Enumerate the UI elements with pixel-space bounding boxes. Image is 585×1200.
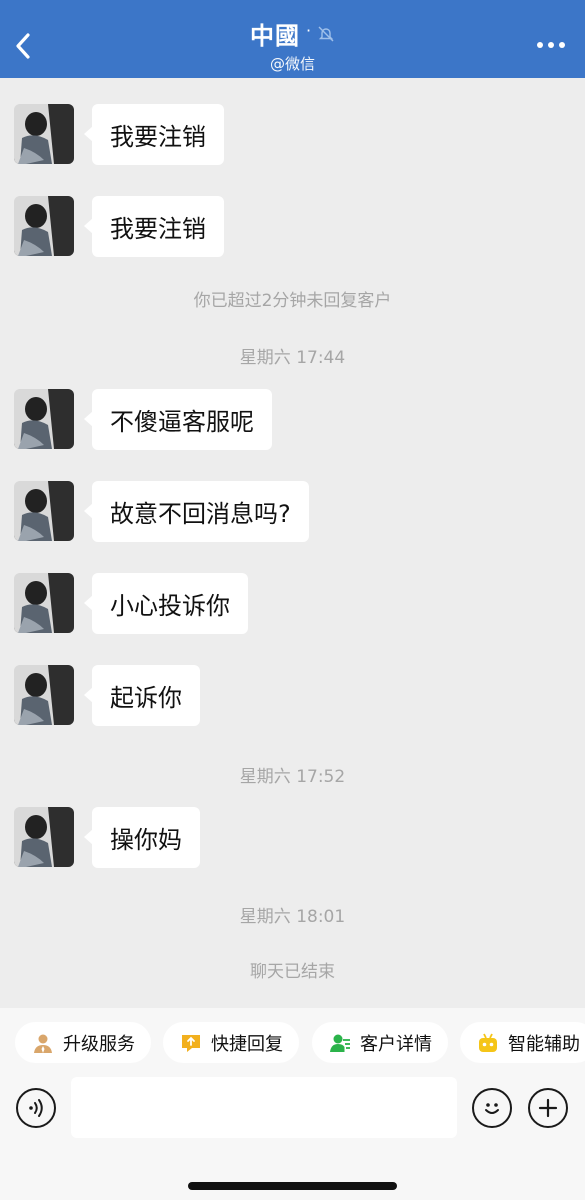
person-upgrade-icon bbox=[31, 1031, 55, 1055]
customer-avatar[interactable] bbox=[14, 481, 74, 541]
chip-label: 智能辅助 bbox=[508, 1033, 580, 1055]
customer-avatar[interactable] bbox=[14, 807, 74, 867]
customer-detail-button[interactable]: 客户详情 bbox=[312, 1022, 448, 1063]
plus-icon bbox=[538, 1098, 558, 1118]
chat-subtitle: @微信 bbox=[269, 55, 315, 73]
header-title-block: 中國 · @微信 bbox=[0, 16, 585, 74]
message-input[interactable] bbox=[71, 1077, 457, 1138]
customer-avatar[interactable] bbox=[14, 104, 74, 164]
voice-icon bbox=[29, 1099, 43, 1117]
message-bubble[interactable]: 我要注销 bbox=[84, 104, 224, 165]
message-bubble[interactable]: 故意不回消息吗? bbox=[84, 481, 309, 542]
message-bubble[interactable]: 起诉你 bbox=[84, 665, 200, 726]
customer-avatar[interactable] bbox=[14, 389, 74, 449]
smart-assist-button[interactable]: 智能辅助 bbox=[460, 1022, 585, 1063]
chip-label: 升级服务 bbox=[63, 1033, 135, 1055]
timestamp: 星期六 18:01 bbox=[239, 907, 346, 927]
input-bar bbox=[0, 1072, 585, 1200]
incoming-message: 故意不回消息吗? bbox=[14, 481, 309, 542]
smiley-icon bbox=[485, 1103, 499, 1114]
emoji-button[interactable] bbox=[472, 1088, 512, 1128]
incoming-message: 不傻逼客服呢 bbox=[14, 389, 272, 450]
message-bubble[interactable]: 操你妈 bbox=[84, 807, 200, 868]
robot-icon bbox=[476, 1031, 500, 1055]
title-dot: · bbox=[305, 21, 312, 40]
incoming-message: 起诉你 bbox=[14, 665, 200, 726]
customer-avatar[interactable] bbox=[14, 196, 74, 256]
more-options-button[interactable] bbox=[531, 30, 571, 60]
chat-title: 中國 bbox=[249, 22, 300, 50]
mute-bell-icon bbox=[318, 26, 334, 41]
chip-label: 快捷回复 bbox=[211, 1033, 283, 1055]
message-bubble[interactable]: 不傻逼客服呢 bbox=[84, 389, 272, 450]
timeout-notice: 你已超过2分钟未回复客户 bbox=[193, 291, 392, 311]
customer-avatar[interactable] bbox=[14, 573, 74, 633]
incoming-message: 操你妈 bbox=[14, 807, 200, 868]
more-dot-icon bbox=[548, 42, 554, 48]
upgrade-service-button[interactable]: 升级服务 bbox=[15, 1022, 151, 1063]
voice-input-button[interactable] bbox=[16, 1088, 56, 1128]
more-dot-icon bbox=[559, 42, 565, 48]
more-features-button[interactable] bbox=[528, 1088, 568, 1128]
message-bubble[interactable]: 我要注销 bbox=[84, 196, 224, 257]
incoming-message: 我要注销 bbox=[14, 196, 224, 257]
chip-label: 客户详情 bbox=[360, 1033, 432, 1055]
chat-message-list[interactable]: 我要注销 我要注销 你已超过2分钟未回复客户 星期六 17:44 不傻逼客服呢 … bbox=[0, 78, 585, 1008]
customer-avatar[interactable] bbox=[14, 665, 74, 725]
quick-action-bar[interactable]: 升级服务 快捷回复 客户详情 智能辅助 bbox=[0, 1008, 585, 1072]
more-dot-icon bbox=[537, 42, 543, 48]
quick-reply-icon bbox=[179, 1031, 203, 1055]
home-indicator[interactable] bbox=[188, 1182, 397, 1190]
quick-reply-button[interactable]: 快捷回复 bbox=[163, 1022, 299, 1063]
incoming-message: 我要注销 bbox=[14, 104, 224, 165]
customer-detail-icon bbox=[328, 1031, 352, 1055]
message-bubble[interactable]: 小心投诉你 bbox=[84, 573, 248, 634]
timestamp: 星期六 17:52 bbox=[239, 767, 346, 787]
incoming-message: 小心投诉你 bbox=[14, 573, 248, 634]
timestamp: 星期六 17:44 bbox=[239, 348, 346, 368]
chat-ended-notice: 聊天已结束 bbox=[250, 962, 335, 982]
chat-header: 中國 · @微信 bbox=[0, 0, 585, 78]
